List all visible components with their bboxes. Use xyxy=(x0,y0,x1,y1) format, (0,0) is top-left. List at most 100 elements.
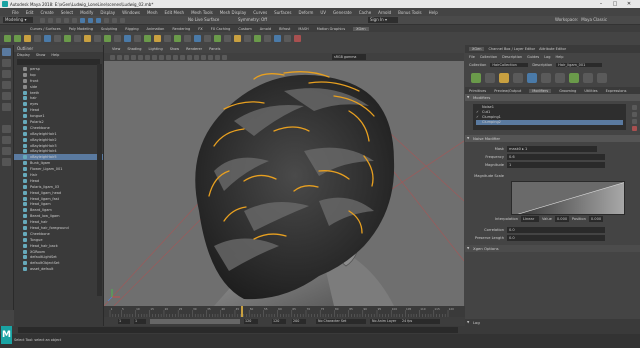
xgen-shelf-icon-8[interactable] xyxy=(74,35,81,42)
menu-create[interactable]: Create xyxy=(40,10,53,15)
xgen-shelf-icon-15[interactable] xyxy=(144,35,151,42)
textured-icon[interactable] xyxy=(173,54,178,60)
xgen-shelf-icon-6[interactable] xyxy=(54,35,61,42)
xgen-shelf-icon-25[interactable] xyxy=(244,35,251,42)
shelf-tab-rigging[interactable]: Rigging xyxy=(125,27,138,31)
menu-help[interactable]: Help xyxy=(429,10,438,15)
clear-preview-icon[interactable] xyxy=(541,73,551,83)
wireframe-icon[interactable] xyxy=(159,54,164,60)
isolate-icon[interactable] xyxy=(215,54,220,60)
range-end-field[interactable]: 120 xyxy=(272,319,286,324)
noise-modifier-section[interactable]: Noise Modifier xyxy=(465,135,640,142)
camera-lock-icon[interactable] xyxy=(117,54,122,60)
add-guide-icon[interactable] xyxy=(485,73,495,83)
menu-windows[interactable]: Windows xyxy=(122,10,140,15)
frequency-field[interactable]: 0.6 xyxy=(507,154,605,160)
undo-icon[interactable] xyxy=(64,18,69,23)
xgen-menu-log[interactable]: Log xyxy=(544,55,550,59)
menu-file[interactable]: File xyxy=(12,10,19,15)
xgen-shelf-icon-16[interactable] xyxy=(154,35,161,42)
menu-curves[interactable]: Curves xyxy=(253,10,267,15)
layout-side-icon[interactable] xyxy=(2,147,11,155)
xgen-sculpt-icon[interactable] xyxy=(34,35,41,42)
minimize-button[interactable]: – xyxy=(596,1,606,7)
menu-display[interactable]: Display xyxy=(100,10,115,15)
xgen-tab-utilities[interactable]: Utilities xyxy=(584,89,597,93)
xgen-options-section[interactable]: Xgen Options xyxy=(465,245,640,252)
menu-mesh-display[interactable]: Mesh Display xyxy=(220,10,247,15)
xgen-tab-modifiers[interactable]: Modifiers xyxy=(529,88,552,93)
menu-surfaces[interactable]: Surfaces xyxy=(274,10,291,15)
outliner-item[interactable]: asset_default xyxy=(14,266,103,272)
outliner-search-input[interactable] xyxy=(17,59,100,65)
bookmark-icon[interactable] xyxy=(124,54,129,60)
exposure-icon[interactable] xyxy=(222,54,227,60)
workspace-selector[interactable]: Workspace: Maya Classic xyxy=(555,17,640,23)
viewport-persp[interactable] xyxy=(104,61,464,306)
film-gate-icon[interactable] xyxy=(145,54,150,60)
xgen-shelf-icon-19[interactable] xyxy=(184,35,191,42)
select-hierarchy-icon[interactable] xyxy=(80,18,85,23)
colorspace-selector[interactable]: sRGB gamma xyxy=(332,54,366,60)
image-plane-icon[interactable] xyxy=(131,54,136,60)
xgen-shelf-icon-14[interactable] xyxy=(134,35,141,42)
layout-single-icon[interactable] xyxy=(2,125,11,133)
shelf-tab-fx[interactable]: FX xyxy=(198,27,202,31)
shelf-tab-custom[interactable]: Custom xyxy=(238,27,251,31)
xgen-shelf-icon-7[interactable] xyxy=(64,35,71,42)
lasso-tool-icon[interactable] xyxy=(2,59,11,67)
value-field[interactable]: 0.000 xyxy=(554,216,569,222)
xgen-shelf-icon-26[interactable] xyxy=(254,35,261,42)
range-inner-start-field[interactable]: 1 xyxy=(134,319,146,324)
magnitude-scale-ramp[interactable] xyxy=(511,181,625,215)
menu-edit-mesh[interactable]: Edit Mesh xyxy=(165,10,185,15)
xgen-shelf-icon-17[interactable] xyxy=(164,35,171,42)
save-scene-icon[interactable] xyxy=(56,18,61,23)
shelf-tab-sculpting[interactable]: Sculpting xyxy=(101,27,117,31)
workspace-value[interactable]: Maya Classic xyxy=(581,17,607,23)
select-tool-icon[interactable] xyxy=(2,48,11,56)
xgen-menu-guides[interactable]: Guides xyxy=(527,55,539,59)
preserve-length-field[interactable]: 0.0 xyxy=(507,235,605,241)
snap-point-icon[interactable] xyxy=(120,18,125,23)
collection-selector[interactable]: HairCollection xyxy=(490,62,529,67)
snap-grid-icon[interactable] xyxy=(104,18,109,23)
create-description-icon[interactable] xyxy=(471,73,481,83)
xgen-tab-expressions[interactable]: Expressions xyxy=(606,89,627,93)
resolution-gate-icon[interactable] xyxy=(152,54,157,60)
shelf-tab-poly-modeling[interactable]: Poly Modeling xyxy=(69,27,93,31)
xgen-shelf-icon-28[interactable] xyxy=(274,35,281,42)
live-surface[interactable]: No Live Surface xyxy=(188,17,233,23)
xgen-menu-file[interactable]: File xyxy=(469,55,475,59)
xgen-shelf-icon-13[interactable] xyxy=(124,35,131,42)
viewport-menu-renderer[interactable]: Renderer xyxy=(186,47,202,51)
symmetry-toggle[interactable]: Symmetry: Off xyxy=(238,17,273,23)
right-tab-xgen[interactable]: XGen xyxy=(469,47,485,51)
update-preview-icon[interactable] xyxy=(527,73,537,83)
shelf-tab-arnold[interactable]: Arnold xyxy=(260,27,271,31)
layout-four-icon[interactable] xyxy=(2,136,11,144)
xgen-tab-grooming[interactable]: Grooming xyxy=(559,89,576,93)
xray-icon[interactable] xyxy=(208,54,213,60)
menu-mesh[interactable]: Mesh xyxy=(147,10,158,15)
mode-selector[interactable]: Modeling ▾ xyxy=(3,17,33,23)
time-slider[interactable]: 1 5 10 15 20 25 30 35 40 45 50 55 60 65 70 75 80 85 90 95 10… xyxy=(104,306,464,317)
menu-deform[interactable]: Deform xyxy=(298,10,313,15)
open-scene-icon[interactable] xyxy=(48,18,53,23)
auto-preview-icon[interactable] xyxy=(555,73,565,83)
viewport-menu-show[interactable]: Show xyxy=(170,47,179,51)
rotate-tool-icon[interactable] xyxy=(2,92,11,100)
xgen-preview-icon[interactable] xyxy=(44,35,51,42)
outliner-scrollbar[interactable] xyxy=(97,64,102,296)
maximize-button[interactable]: □ xyxy=(610,1,620,7)
character-set-selector[interactable]: No Character Set xyxy=(316,319,366,324)
shelf-tab-animation[interactable]: Animation xyxy=(147,27,165,31)
xgen-menu-collection[interactable]: Collection xyxy=(480,55,497,59)
menu-bonus-tools[interactable]: Bonus Tools xyxy=(398,10,421,15)
xgen-tool-icon-10[interactable] xyxy=(597,73,607,83)
mask-field[interactable]: mask0 ▸ 1 xyxy=(507,146,597,152)
layout-outliner-icon[interactable] xyxy=(2,158,11,166)
modifier-item[interactable]: Clumping2 xyxy=(476,120,623,125)
close-button[interactable]: ✕ xyxy=(624,1,634,7)
shadows-icon[interactable] xyxy=(187,54,192,60)
